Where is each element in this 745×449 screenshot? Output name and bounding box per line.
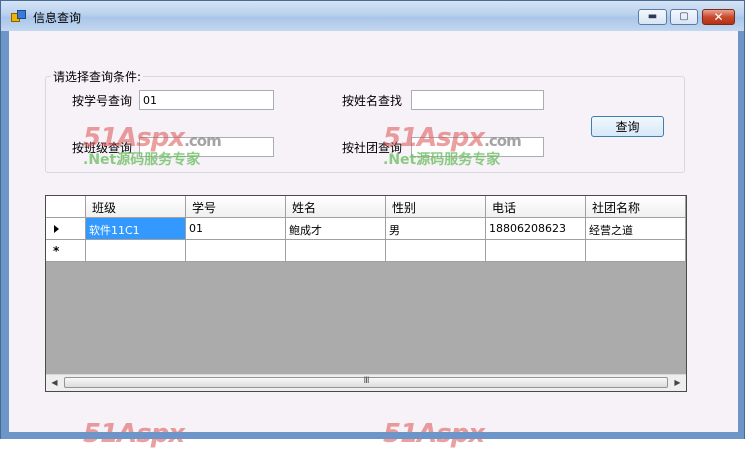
results-grid[interactable]: 班级 学号 姓名 性别 电话 社团名称 软件11C1 01 鲍成才 男 1880…	[45, 195, 687, 392]
cell-phone[interactable]: 18806208623	[486, 218, 586, 240]
column-header-gender[interactable]: 性别	[386, 196, 486, 218]
new-row-header[interactable]: *	[46, 240, 86, 262]
cell-student-id[interactable]: 01	[186, 218, 286, 240]
new-row-star-icon: *	[53, 244, 60, 258]
scroll-right-icon[interactable]: ▶	[669, 375, 686, 391]
title-bar[interactable]: 信息查询 ▬ ▢ ✕	[1, 1, 744, 31]
maximize-icon: ▢	[679, 11, 689, 22]
close-icon: ✕	[713, 10, 724, 24]
scroll-grip-icon: III	[363, 376, 370, 386]
new-cell-name[interactable]	[286, 240, 386, 262]
column-header-name[interactable]: 姓名	[286, 196, 386, 218]
new-table-row[interactable]: *	[46, 240, 686, 262]
column-header-student-id[interactable]: 学号	[186, 196, 286, 218]
window-title: 信息查询	[33, 11, 82, 25]
maximize-button[interactable]: ▢	[670, 9, 698, 25]
new-cell-club-name[interactable]	[586, 240, 686, 262]
column-header-class[interactable]: 班级	[86, 196, 186, 218]
new-cell-phone[interactable]	[486, 240, 586, 262]
cell-class[interactable]: 软件11C1	[86, 218, 186, 240]
scroll-left-icon[interactable]: ◀	[46, 375, 63, 391]
current-row-arrow-icon	[54, 225, 59, 233]
name-input[interactable]	[411, 90, 544, 110]
horizontal-scrollbar[interactable]: ◀ III ▶	[46, 374, 686, 391]
by-name-label: 按姓名查找	[342, 94, 403, 108]
by-student-id-label: 按学号查询	[72, 94, 133, 108]
new-cell-class[interactable]	[86, 240, 186, 262]
new-cell-gender[interactable]	[386, 240, 486, 262]
minimize-button[interactable]: ▬	[638, 9, 667, 25]
cell-gender[interactable]: 男	[386, 218, 486, 240]
column-header-phone[interactable]: 电话	[486, 196, 586, 218]
cell-name[interactable]: 鲍成才	[286, 218, 386, 240]
window-bottom-border	[1, 432, 744, 439]
main-window: 信息查询 ▬ ▢ ✕ 请选择查询条件: 按学号查询 按姓名查找 按班级查询 按社…	[0, 0, 745, 449]
new-cell-student-id[interactable]	[186, 240, 286, 262]
grid-corner-header[interactable]	[46, 196, 86, 218]
by-club-label: 按社团查询	[342, 141, 403, 155]
form-client-area: 请选择查询条件: 按学号查询 按姓名查找 按班级查询 按社团查询 查询 51As…	[9, 31, 738, 449]
class-input[interactable]	[139, 137, 274, 157]
scrollbar-thumb[interactable]: III	[64, 376, 668, 388]
minimize-icon: ▬	[647, 11, 658, 22]
cell-club-name[interactable]: 经营之道	[586, 218, 686, 240]
column-header-club-name[interactable]: 社团名称	[586, 196, 686, 218]
table-row[interactable]: 软件11C1 01 鲍成才 男 18806208623 经营之道	[46, 218, 686, 240]
app-icon[interactable]	[11, 10, 26, 22]
query-conditions-label: 请选择查询条件:	[51, 68, 144, 85]
query-button[interactable]: 查询	[591, 116, 664, 137]
row-header[interactable]	[46, 218, 86, 240]
grid-header-row: 班级 学号 姓名 性别 电话 社团名称	[46, 196, 686, 218]
student-id-input[interactable]	[139, 90, 274, 110]
by-class-label: 按班级查询	[72, 141, 133, 155]
close-button[interactable]: ✕	[702, 9, 735, 25]
club-input[interactable]	[411, 137, 544, 157]
